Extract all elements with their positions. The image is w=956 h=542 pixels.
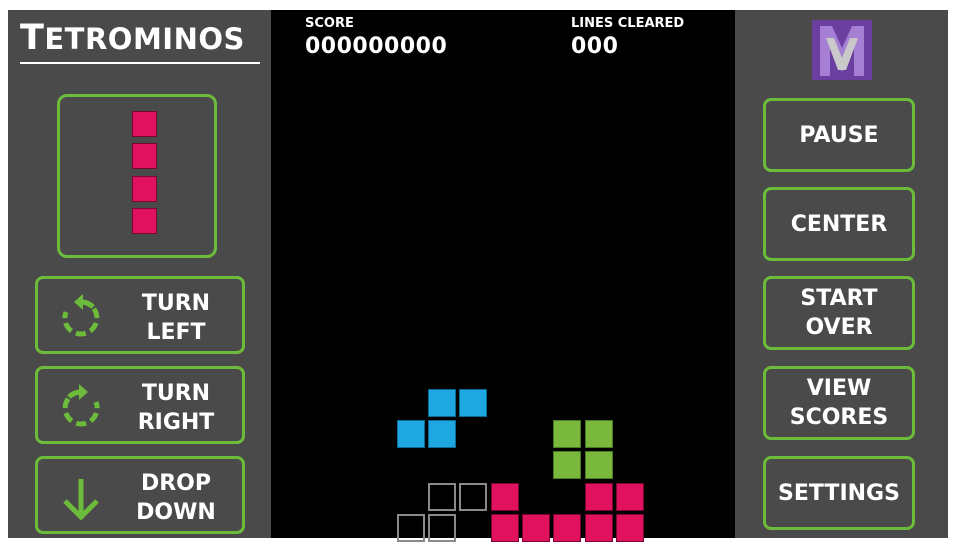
next-piece-block — [132, 111, 157, 137]
drop-down-button[interactable]: DROP DOWN — [35, 456, 245, 534]
turn-right-button[interactable]: TURN RIGHT — [35, 366, 245, 444]
turn-left-label: TURN LEFT — [116, 289, 236, 347]
board-block — [584, 482, 613, 511]
right-panel: PAUSE CENTER START OVER VIEW SCORES SETT… — [735, 10, 948, 538]
view-scores-line-1: VIEW — [806, 376, 872, 401]
ghost-block — [428, 482, 456, 511]
view-scores-button[interactable]: VIEW SCORES — [763, 366, 915, 440]
start-over-label: START OVER — [800, 284, 877, 342]
title-initial: T — [20, 18, 45, 58]
start-over-line-1: START — [800, 286, 878, 311]
game-app: TETROMINOS TURN LEFT TURN RIGHT DROP DOW… — [8, 10, 948, 542]
pause-label: PAUSE — [799, 122, 879, 148]
app-title: TETROMINOS — [20, 16, 260, 64]
drop-down-line-1: DROP — [140, 471, 212, 496]
score-value: 000000000 — [305, 34, 448, 59]
title-rest: ETROMINOS — [44, 22, 245, 56]
board-block — [615, 482, 644, 511]
board-block — [396, 419, 425, 448]
next-piece-block — [132, 208, 157, 234]
turn-right-line-2: RIGHT — [137, 410, 215, 435]
next-piece-block — [132, 143, 157, 169]
turn-right-line-1: TURN — [141, 381, 211, 406]
turn-left-line-1: TURN — [141, 291, 211, 316]
game-board: SCORE 000000000 LINES CLEARED 000 — [271, 10, 735, 542]
left-panel: TETROMINOS TURN LEFT TURN RIGHT DROP DOW… — [8, 10, 271, 538]
next-piece-preview — [57, 94, 217, 258]
ghost-block — [459, 482, 488, 511]
board-block — [428, 419, 456, 448]
center-label: CENTER — [790, 211, 888, 237]
board-block — [459, 388, 488, 417]
turn-left-line-2: LEFT — [146, 320, 206, 345]
settings-label: SETTINGS — [778, 480, 900, 506]
center-button[interactable]: CENTER — [763, 187, 915, 261]
board-block — [490, 482, 519, 511]
rotate-left-icon — [62, 294, 100, 337]
view-scores-label: VIEW SCORES — [790, 374, 889, 432]
score-label: SCORE — [305, 16, 354, 31]
turn-right-label: TURN RIGHT — [116, 379, 236, 437]
drop-down-label: DROP DOWN — [116, 469, 236, 527]
board-block — [584, 451, 613, 480]
start-over-button[interactable]: START OVER — [763, 276, 915, 350]
board-block — [584, 419, 613, 448]
rotate-right-icon — [62, 384, 100, 427]
view-scores-line-2: SCORES — [789, 405, 889, 430]
board-block — [428, 388, 456, 417]
lines-cleared-label: LINES CLEARED — [571, 16, 685, 31]
settings-button[interactable]: SETTINGS — [763, 456, 915, 530]
turn-left-button[interactable]: TURN LEFT — [35, 276, 245, 354]
lines-cleared-value: 000 — [571, 34, 619, 59]
next-piece-block — [132, 176, 157, 202]
start-over-line-2: OVER — [805, 315, 873, 340]
drop-down-line-2: DOWN — [136, 500, 216, 525]
pause-button[interactable]: PAUSE — [763, 98, 915, 172]
arrow-down-icon — [63, 479, 99, 521]
brand-logo-icon — [812, 20, 872, 80]
board-block — [553, 451, 582, 480]
board-block — [553, 419, 582, 448]
